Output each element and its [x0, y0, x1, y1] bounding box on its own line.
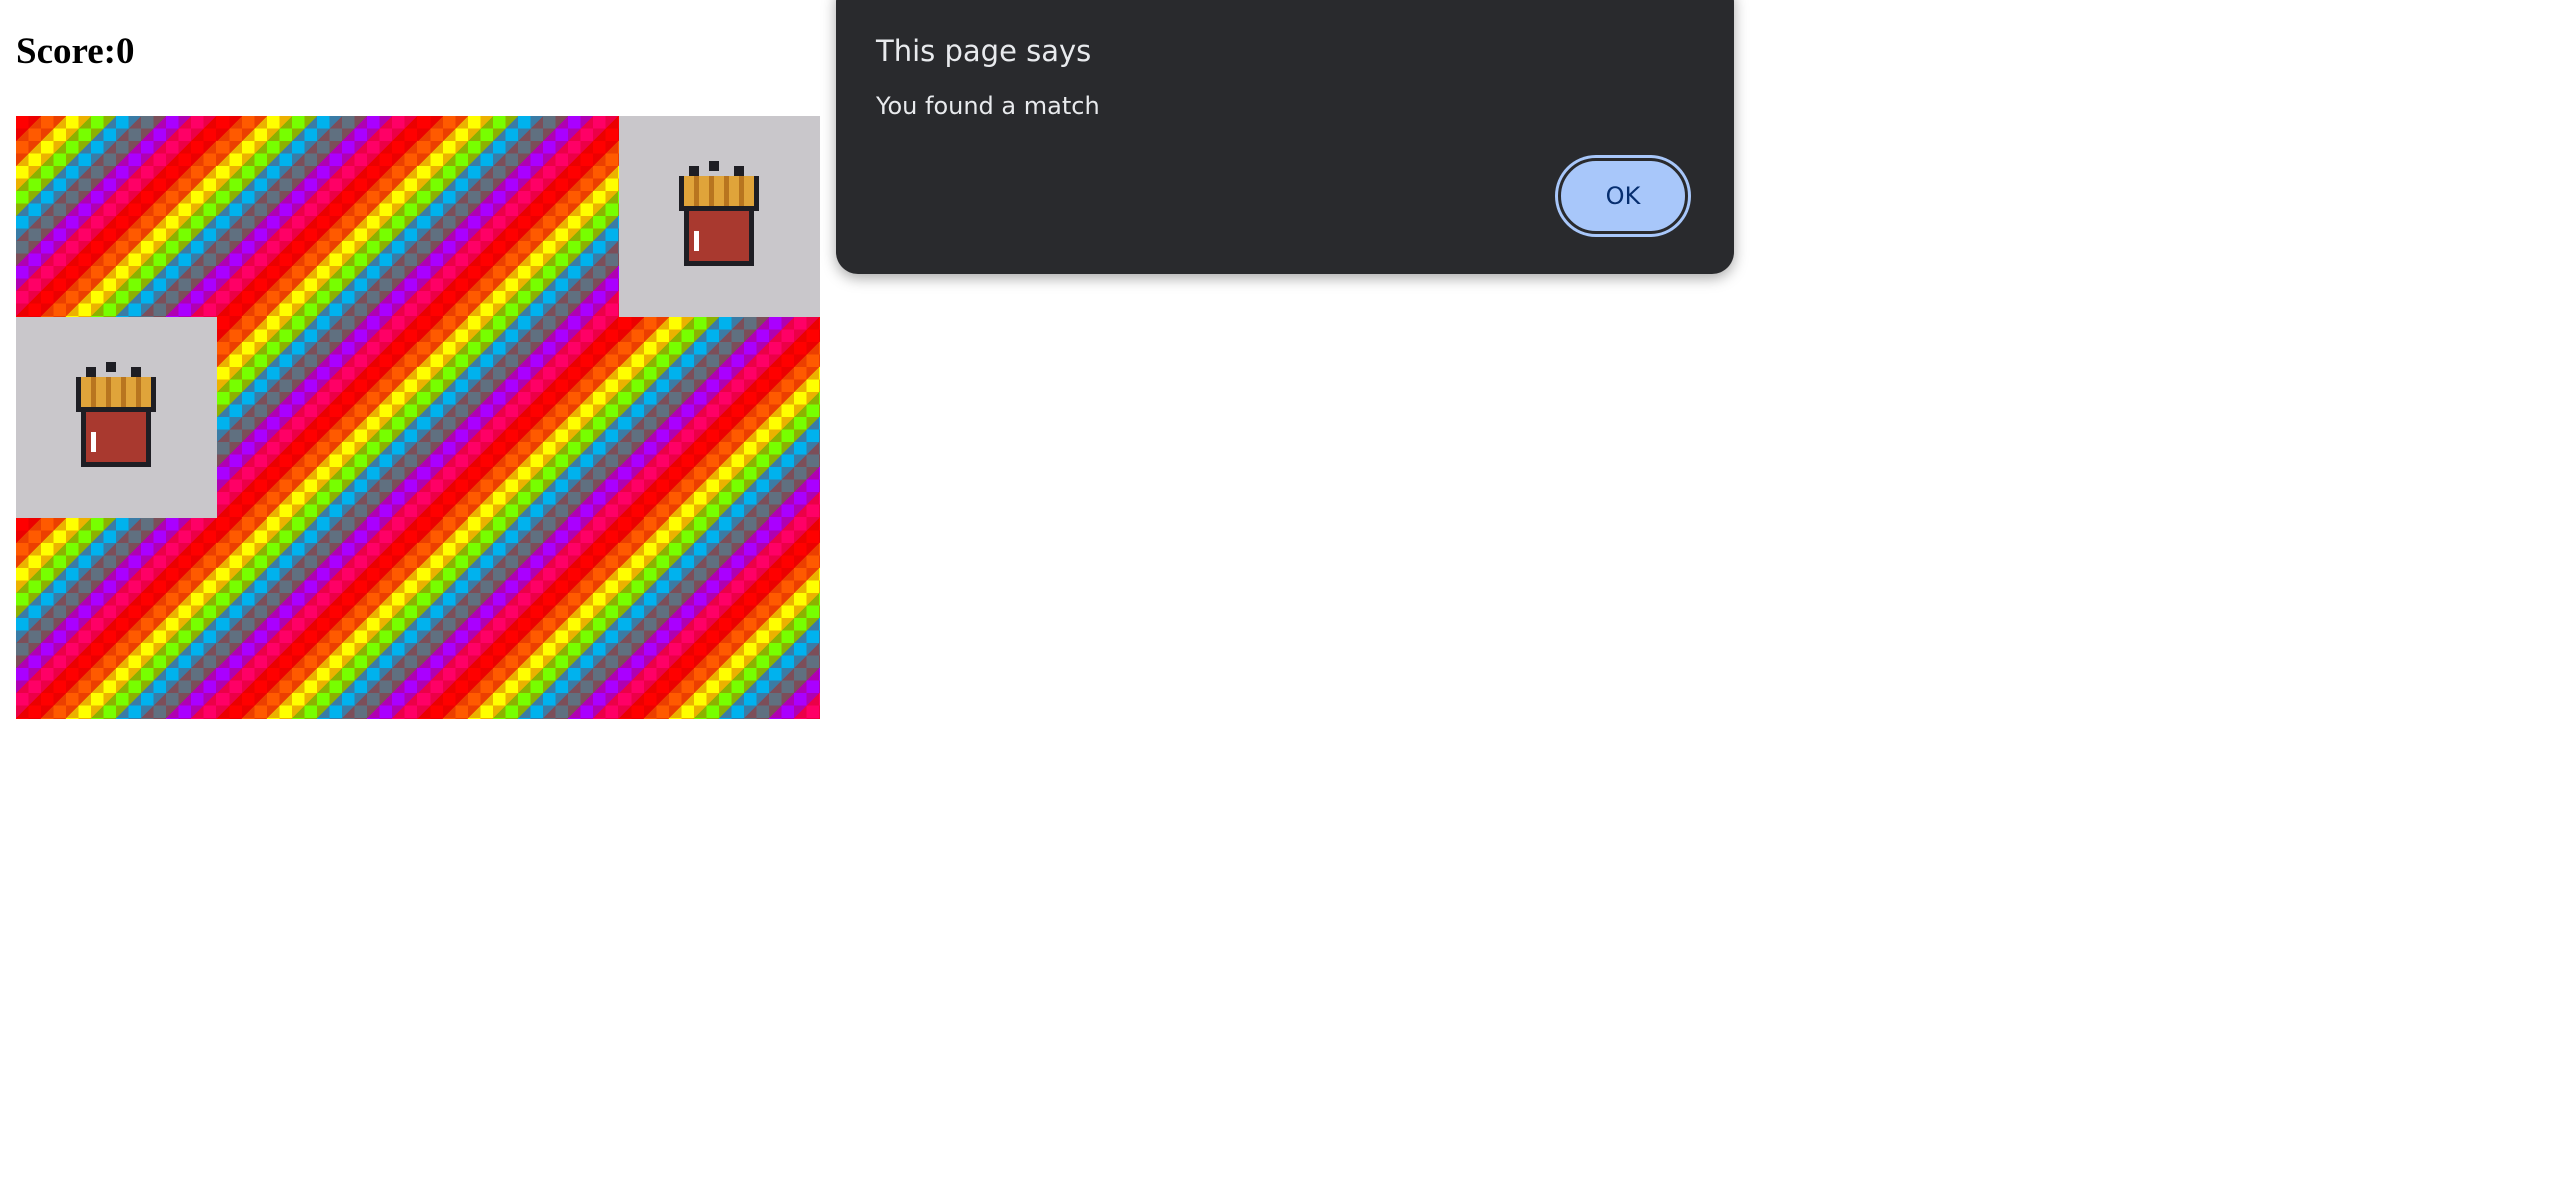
french-fries-icon: [76, 362, 156, 467]
card-tile[interactable]: [418, 317, 619, 518]
game-board: [16, 116, 820, 719]
ok-button[interactable]: OK: [1558, 158, 1688, 234]
dialog-message: You found a match: [876, 92, 1100, 120]
card-tile[interactable]: [418, 518, 619, 719]
french-fries-icon: [679, 161, 759, 266]
score-label: Score:0: [16, 31, 135, 72]
card-tile[interactable]: [619, 518, 820, 719]
card-tile[interactable]: [217, 116, 418, 317]
alert-dialog: This page says You found a match OK: [836, 0, 1734, 274]
card-tile-revealed[interactable]: [619, 116, 820, 317]
card-tile[interactable]: [217, 317, 418, 518]
card-tile[interactable]: [16, 116, 217, 317]
card-tile-revealed[interactable]: [16, 317, 217, 518]
card-tile[interactable]: [16, 518, 217, 719]
card-tile[interactable]: [418, 116, 619, 317]
dialog-title: This page says: [876, 34, 1092, 68]
card-tile[interactable]: [217, 518, 418, 719]
card-tile[interactable]: [619, 317, 820, 518]
